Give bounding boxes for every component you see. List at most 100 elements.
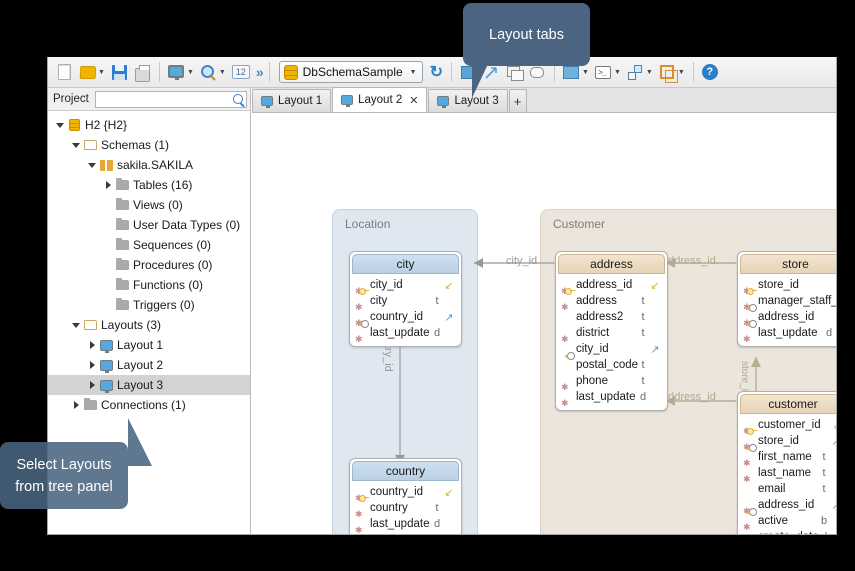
chevron-down-icon[interactable]: ▼ xyxy=(614,69,621,76)
required-marker: ✱ xyxy=(743,458,751,469)
tree-item-procedures-0[interactable]: Procedures (0) xyxy=(48,255,250,275)
layout-tabs-callout: Layout tabs xyxy=(463,3,590,66)
chevron-down-icon[interactable]: ▼ xyxy=(646,69,653,76)
chevron-down-icon[interactable] xyxy=(70,143,82,148)
chevron-right-icon[interactable] xyxy=(102,181,114,189)
tree-item-views-0[interactable]: Views (0) xyxy=(48,195,250,215)
column-row[interactable]: ✱phonet xyxy=(556,373,667,389)
column-name: city_id xyxy=(576,343,638,355)
tree-item-sakila-sakila[interactable]: sakila.SAKILA xyxy=(48,155,250,175)
table-header-store[interactable]: store xyxy=(740,254,837,274)
column-row[interactable]: address2t xyxy=(556,309,667,325)
project-header: Project xyxy=(48,88,250,111)
tree-item-layout-2[interactable]: Layout 2 xyxy=(48,355,250,375)
tree-item-label: Procedures (0) xyxy=(133,258,212,272)
table-customer[interactable]: customer✱customer_id↙✱store_id↗✱first_na… xyxy=(737,391,837,535)
chevron-right-icon[interactable] xyxy=(86,381,98,389)
chevron-down-icon[interactable]: ▼ xyxy=(98,69,105,76)
column-row[interactable]: ✱address_id↙ xyxy=(556,277,667,293)
layout-view-button[interactable]: ▼ xyxy=(165,60,197,84)
column-row[interactable]: ✱districtt xyxy=(556,325,667,341)
column-row[interactable]: emailt xyxy=(738,481,837,497)
chevron-down-icon[interactable] xyxy=(54,123,66,128)
column-row[interactable]: ✱cityt xyxy=(350,293,461,309)
tab-layout-2[interactable]: Layout 2✕ xyxy=(332,87,427,112)
column-row[interactable]: ✱store_id↗ xyxy=(738,433,837,449)
column-row[interactable]: city_id↗ xyxy=(556,341,667,357)
tree-item-h2-h2[interactable]: H2 {H2} xyxy=(48,115,250,135)
flow-tool-button[interactable]: ▼ xyxy=(624,60,656,84)
chevron-right-icon[interactable] xyxy=(86,361,98,369)
layout-icon xyxy=(341,95,353,105)
chevron-down-icon[interactable] xyxy=(86,163,98,168)
chevron-right-icon[interactable] xyxy=(86,341,98,349)
column-type: t xyxy=(432,295,442,307)
column-row[interactable]: ✱country_id↙ xyxy=(350,484,461,500)
chevron-down-icon[interactable]: ▼ xyxy=(582,69,589,76)
column-row[interactable]: ✱manager_staff_id↗ xyxy=(738,293,837,309)
table-header-customer[interactable]: customer xyxy=(740,394,837,414)
search-field[interactable] xyxy=(95,91,247,108)
table-city[interactable]: city✱city_id↙✱cityt✱country_id↗✱last_upd… xyxy=(349,251,462,347)
tree-item-layout-1[interactable]: Layout 1 xyxy=(48,335,250,355)
tab-layout-1[interactable]: Layout 1 xyxy=(252,89,331,112)
chevron-right-icon[interactable] xyxy=(70,401,82,409)
column-row[interactable]: ✱customer_id↙ xyxy=(738,417,837,433)
save-icon xyxy=(111,64,128,81)
chevron-down-icon[interactable]: ▼ xyxy=(678,69,685,76)
new-file-button[interactable] xyxy=(53,60,76,84)
tree-item-tables-16[interactable]: Tables (16) xyxy=(48,175,250,195)
print-button[interactable] xyxy=(131,60,154,84)
tab-layout-3[interactable]: Layout 3 xyxy=(428,89,507,112)
add-layout-button[interactable]: + xyxy=(509,89,527,112)
column-row[interactable]: ✱last_updated xyxy=(350,516,461,532)
more-tools-button[interactable]: » xyxy=(253,60,264,84)
chevron-down-icon[interactable]: ▼ xyxy=(219,69,226,76)
save-button[interactable] xyxy=(108,60,131,84)
diagram-canvas[interactable]: Location Customer xyxy=(252,113,837,535)
tree-item-layout-3[interactable]: Layout 3 xyxy=(48,375,250,395)
column-row[interactable]: ✱store_id↙ xyxy=(738,277,837,293)
column-row[interactable]: ✱addresst xyxy=(556,293,667,309)
tree-item-triggers-0[interactable]: Triggers (0) xyxy=(48,295,250,315)
table-country[interactable]: country ✱country_id↙✱countryt✱last_update… xyxy=(349,458,462,535)
toolbar-separator xyxy=(159,62,160,82)
column-row[interactable]: ✱city_id↙ xyxy=(350,277,461,293)
query-tool-button[interactable]: >_ ▼ xyxy=(592,60,624,84)
chevron-down-icon[interactable]: ▼ xyxy=(410,69,417,76)
tree-item-schemas-1[interactable]: Schemas (1) xyxy=(48,135,250,155)
font-size-box[interactable]: 12 xyxy=(229,60,253,84)
tree-item-connections-1[interactable]: Connections (1) xyxy=(48,395,250,415)
help-button[interactable]: ? xyxy=(699,60,721,84)
table-address[interactable]: address ✱address_id↙✱addresstaddress2t✱di… xyxy=(555,251,668,411)
table-header-address[interactable]: address xyxy=(558,254,665,274)
zoom-button[interactable]: ▼ xyxy=(197,60,229,84)
column-row[interactable]: ✱last_namet xyxy=(738,465,837,481)
chevron-down-icon[interactable]: ▼ xyxy=(187,69,194,76)
column-row[interactable]: ✱country_id↗ xyxy=(350,309,461,325)
search-input[interactable] xyxy=(96,92,246,107)
column-row[interactable]: ✱create_dated xyxy=(738,529,837,535)
column-row[interactable]: ✱countryt xyxy=(350,500,461,516)
tree-item-user-data-types-0[interactable]: User Data Types (0) xyxy=(48,215,250,235)
main-toolbar: ▼ ▼ ▼ 12 » xyxy=(48,57,837,88)
column-row[interactable]: ✱address_id↗ xyxy=(738,497,837,513)
crop-tool-button[interactable]: ▼ xyxy=(656,60,688,84)
tree-item-functions-0[interactable]: Functions (0) xyxy=(48,275,250,295)
open-button[interactable]: ▼ xyxy=(76,60,108,84)
table-store[interactable]: store✱store_id↙✱manager_staff_id↗✱addres… xyxy=(737,251,837,347)
screenshot-root: ▼ ▼ ▼ 12 » xyxy=(0,0,855,571)
layout-tab-strip[interactable]: Layout 1Layout 2✕Layout 3+ xyxy=(252,88,837,113)
column-name: city xyxy=(370,295,432,307)
table-header-country[interactable]: country xyxy=(352,461,459,481)
database-combo[interactable]: DbSchemaSample ▼ xyxy=(279,61,423,83)
project-tree[interactable]: H2 {H2}Schemas (1)sakila.SAKILATables (1… xyxy=(48,111,250,415)
tree-item-sequences-0[interactable]: Sequences (0) xyxy=(48,235,250,255)
foreign-key-icon xyxy=(565,352,574,359)
refresh-button[interactable]: ↻ xyxy=(427,60,446,84)
close-icon[interactable]: ✕ xyxy=(409,94,418,107)
column-row[interactable]: ✱last_updated xyxy=(556,389,667,405)
chevron-down-icon[interactable] xyxy=(70,323,82,328)
table-header-city[interactable]: city xyxy=(352,254,459,274)
tree-item-layouts-3[interactable]: Layouts (3) xyxy=(48,315,250,335)
